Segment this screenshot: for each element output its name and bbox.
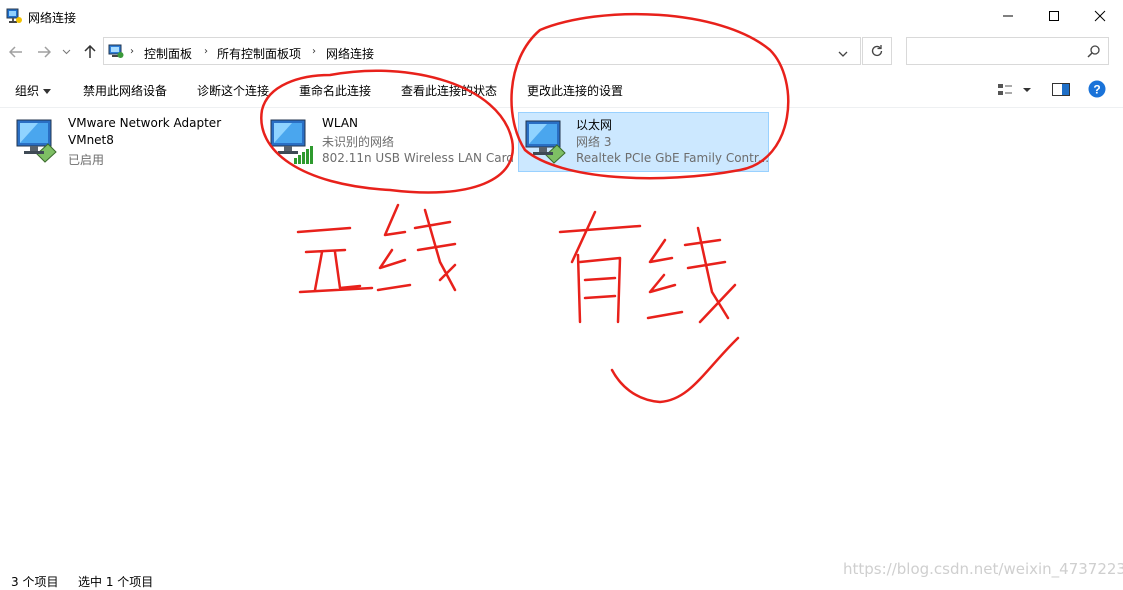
preview-pane-button[interactable] [1052, 83, 1070, 100]
view-list-icon [998, 84, 1031, 95]
wireless-adapter-icon [268, 116, 318, 164]
organize-menu[interactable]: 组织 [15, 82, 51, 99]
connection-device: VMnet8 [68, 133, 114, 147]
ethernet-adapter-icon [523, 117, 573, 165]
arrow-left-icon [9, 46, 22, 58]
arrow-up-icon [84, 45, 96, 58]
up-button[interactable] [80, 43, 100, 61]
annotation-text-wired [558, 210, 737, 324]
connection-device: 802.11n USB Wireless LAN Card [322, 151, 514, 165]
help-icon: ? [1088, 80, 1106, 98]
connection-network: 网络 3 [576, 135, 612, 149]
title-bar: 网络连接 [0, 0, 1123, 34]
item-count: 3 个项目 [11, 575, 59, 589]
breadcrumb-separator-icon: › [130, 46, 134, 57]
change-settings-button[interactable]: 更改此连接的设置 [527, 82, 623, 99]
address-dropdown-button[interactable] [838, 47, 848, 61]
breadcrumb-separator-icon: › [312, 46, 316, 57]
chevron-down-icon [838, 51, 848, 57]
organize-label: 组织 [15, 84, 40, 98]
chevron-down-icon [62, 49, 70, 55]
refresh-button[interactable] [862, 37, 892, 65]
disable-device-button[interactable]: 禁用此网络设备 [83, 82, 167, 99]
breadcrumb-all-items[interactable]: 所有控制面板项 [217, 45, 301, 62]
breadcrumb-control-panel[interactable]: 控制面板 [144, 45, 192, 62]
control-panel-icon [108, 43, 124, 62]
view-status-button[interactable]: 查看此连接的状态 [401, 82, 497, 99]
minimize-button[interactable] [985, 0, 1031, 32]
caret-down-icon [42, 89, 51, 94]
network-adapter-icon [14, 116, 64, 164]
selected-count: 选中 1 个项目 [78, 575, 154, 589]
recent-locations-button[interactable] [60, 43, 72, 61]
annotation-text-wireless [296, 203, 457, 294]
breadcrumb-separator-icon: › [204, 46, 208, 57]
network-connections-icon [6, 8, 22, 24]
address-bar[interactable]: › 控制面板 › 所有控制面板项 › 网络连接 [103, 37, 861, 65]
connection-name: VMware Network Adapter [68, 116, 222, 130]
minimize-icon [1003, 15, 1013, 17]
connection-status: 已启用 [68, 153, 105, 167]
connection-name: WLAN [322, 116, 359, 130]
connection-network: 未识别的网络 [322, 135, 395, 149]
close-button[interactable] [1077, 0, 1123, 32]
connection-item-ethernet[interactable]: 以太网 网络 3 Realtek PCIe GbE Family Contr..… [518, 112, 769, 172]
status-bar: 3 个项目 选中 1 个项目 [0, 567, 1123, 589]
search-input[interactable] [906, 37, 1109, 65]
refresh-icon [871, 45, 883, 57]
svg-text:?: ? [1093, 83, 1100, 97]
maximize-icon [1049, 11, 1059, 21]
connection-device: Realtek PCIe GbE Family Contr... [576, 151, 770, 165]
back-button[interactable] [6, 43, 26, 61]
annotation-checkmark [610, 336, 740, 404]
connection-name: 以太网 [576, 118, 613, 132]
maximize-button[interactable] [1031, 0, 1077, 32]
connection-item-vmnet8[interactable]: VMware Network Adapter VMnet8 已启用 [14, 112, 244, 172]
address-row: › 控制面板 › 所有控制面板项 › 网络连接 [0, 34, 1123, 70]
diagnose-button[interactable]: 诊断这个连接 [197, 82, 269, 99]
arrow-right-icon [38, 46, 51, 58]
command-bar: 组织 禁用此网络设备 诊断这个连接 重命名此连接 查看此连接的状态 更改此连接的… [0, 73, 1123, 108]
preview-pane-icon [1052, 83, 1070, 96]
breadcrumb-network-connections[interactable]: 网络连接 [326, 45, 374, 62]
view-options-button[interactable] [998, 83, 1034, 100]
close-icon [1094, 10, 1106, 22]
forward-button[interactable] [34, 43, 54, 61]
connection-item-wlan[interactable]: WLAN 未识别的网络 802.11n USB Wireless LAN Car… [268, 112, 516, 172]
search-icon [1087, 45, 1100, 61]
rename-button[interactable]: 重命名此连接 [299, 82, 371, 99]
window-title: 网络连接 [28, 11, 77, 25]
help-button[interactable]: ? [1088, 80, 1106, 101]
